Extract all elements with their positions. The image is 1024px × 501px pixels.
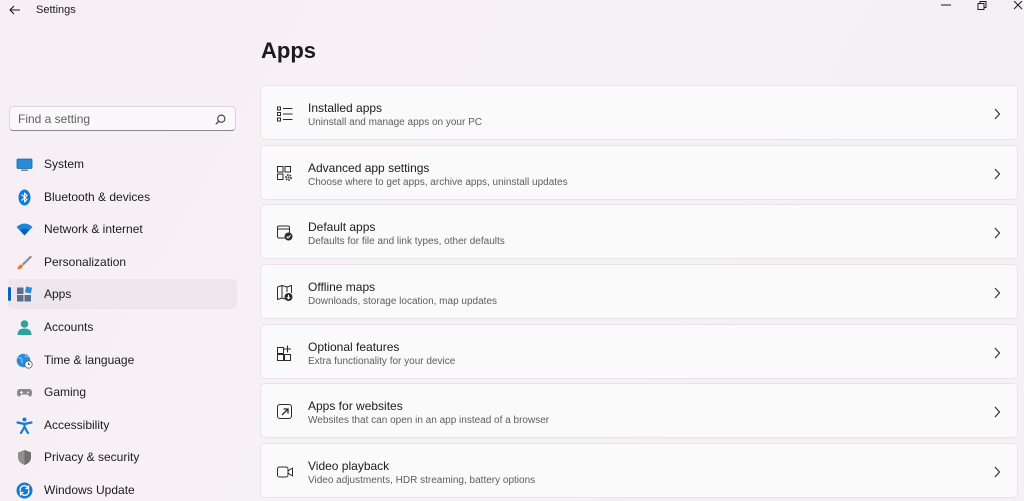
card-title: Installed apps <box>308 101 383 115</box>
default-apps-icon <box>277 225 293 241</box>
chevron-right-icon <box>994 227 1001 239</box>
sidebar-item-time-language[interactable]: Time & language <box>8 345 237 375</box>
app-title: Settings <box>36 4 76 16</box>
bluetooth-icon <box>18 189 31 206</box>
chevron-right-icon <box>994 168 1001 180</box>
card-title: Optional features <box>308 339 400 354</box>
sidebar-item-label: Accounts <box>44 319 94 334</box>
card-subtitle: Defaults for file and link types, other … <box>308 236 505 248</box>
card-subtitle: Downloads, storage location, map updates <box>308 296 498 308</box>
card-subtitle: Choose where to get apps, archive apps, … <box>308 176 568 188</box>
features-grid-icon <box>277 345 291 361</box>
sidebar-item-bluetooth[interactable]: Bluetooth & devices <box>8 182 237 212</box>
sidebar-item-gaming[interactable]: Gaming <box>8 377 237 407</box>
list-icon <box>277 106 293 122</box>
map-icon <box>277 285 293 302</box>
card-subtitle: Extra functionality for your device <box>308 355 456 367</box>
card-apps-for-websites[interactable]: Apps for websites Websites that can open… <box>260 383 1018 439</box>
brush-icon <box>17 255 32 270</box>
search-input[interactable] <box>18 110 208 127</box>
sidebar-item-apps[interactable]: Apps <box>8 279 237 310</box>
globe-clock-icon <box>16 353 33 369</box>
person-icon <box>17 320 32 335</box>
settings-card-list: Installed apps Uninstall and manage apps… <box>260 85 1018 501</box>
gamepad-icon <box>17 389 32 397</box>
chevron-right-icon <box>994 347 1001 359</box>
page-title: Apps <box>261 38 316 63</box>
sidebar-nav: System Bluetooth & devices Network & int… <box>8 149 237 501</box>
back-button[interactable] <box>6 2 24 18</box>
card-title: Offline maps <box>308 280 376 295</box>
sidebar-item-label: Personalization <box>44 254 127 269</box>
sidebar-item-personalization[interactable]: Personalization <box>8 247 237 277</box>
open-in-app-icon <box>277 404 292 420</box>
search-icon <box>215 114 226 125</box>
title-bar: Settings <box>0 0 1024 22</box>
chevron-right-icon <box>994 407 1001 418</box>
close-button[interactable] <box>1008 0 1024 12</box>
sidebar-item-label: Privacy & security <box>44 450 140 465</box>
card-offline-maps[interactable]: Offline maps Downloads, storage location… <box>260 264 1018 320</box>
sidebar-item-label: Gaming <box>44 385 87 400</box>
card-subtitle: Uninstall and manage apps on your PC <box>308 117 482 128</box>
sidebar-item-label: Network & internet <box>44 222 143 237</box>
chevron-right-icon <box>994 466 1001 478</box>
maximize-icon <box>977 1 987 10</box>
video-camera-icon <box>277 466 293 478</box>
sidebar-item-label: Windows Update <box>44 482 135 497</box>
wifi-icon <box>16 223 33 236</box>
minimize-button[interactable] <box>936 0 956 12</box>
sidebar-item-accounts[interactable]: Accounts <box>8 312 237 342</box>
app-settings-icon <box>277 165 292 181</box>
shield-icon <box>18 450 31 466</box>
chevron-right-icon <box>994 108 1001 120</box>
card-title: Default apps <box>308 220 376 235</box>
apps-icon <box>17 286 33 302</box>
sidebar-item-network[interactable]: Network & internet <box>8 214 237 244</box>
minimize-icon <box>941 4 951 6</box>
card-advanced-app-settings[interactable]: Advanced app settings Choose where to ge… <box>260 144 1018 200</box>
card-installed-apps[interactable]: Installed apps Uninstall and manage apps… <box>260 85 1018 140</box>
back-arrow-icon <box>9 5 20 15</box>
sidebar-item-accessibility[interactable]: Accessibility <box>8 410 237 440</box>
sidebar-item-privacy-security[interactable]: Privacy & security <box>8 442 237 472</box>
sidebar-item-label: System <box>44 157 85 171</box>
accessibility-icon <box>16 417 33 434</box>
card-video-playback[interactable]: Video playback Video adjustments, HDR st… <box>260 443 1018 499</box>
sidebar-item-windows-update[interactable]: Windows Update <box>8 475 237 501</box>
close-icon <box>1013 1 1023 10</box>
sidebar-item-label: Apps <box>44 287 72 302</box>
card-optional-features[interactable]: Optional features Extra functionality fo… <box>260 323 1018 379</box>
monitor-icon <box>16 158 33 171</box>
update-icon <box>16 482 33 499</box>
card-title: Advanced app settings <box>308 160 430 175</box>
search-box[interactable] <box>9 106 236 131</box>
sidebar-item-label: Bluetooth & devices <box>44 189 151 204</box>
sidebar-item-system[interactable]: System <box>8 149 237 179</box>
card-subtitle: Video adjustments, HDR streaming, batter… <box>308 475 536 487</box>
card-subtitle: Websites that can open in an app instead… <box>308 415 550 427</box>
card-title: Apps for websites <box>308 399 403 414</box>
card-default-apps[interactable]: Default apps Defaults for file and link … <box>260 204 1018 260</box>
card-title: Video playback <box>308 459 390 474</box>
maximize-button[interactable] <box>972 0 992 12</box>
sidebar-item-label: Accessibility <box>44 417 110 432</box>
chevron-right-icon <box>994 287 1001 299</box>
sidebar-item-label: Time & language <box>44 352 135 367</box>
